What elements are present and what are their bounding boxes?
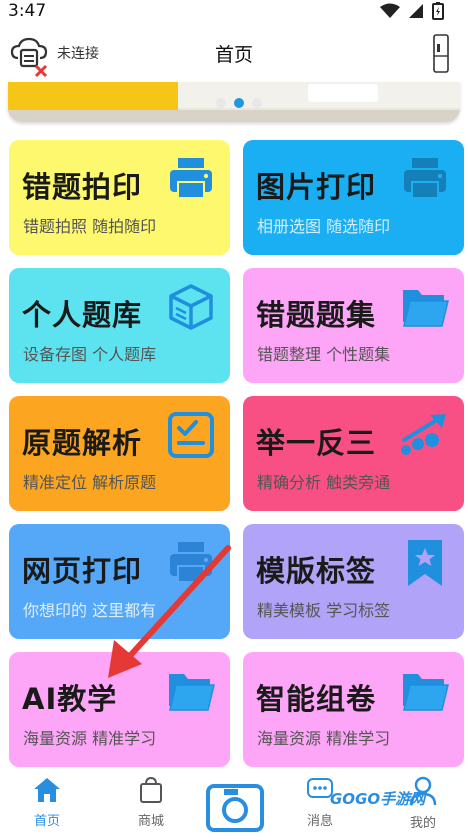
shopping-bag-icon: [140, 776, 162, 803]
card-image-print[interactable]: 图片打印 相册选图 随选随印: [243, 140, 464, 255]
checklist-icon: [168, 412, 214, 458]
card-subtitle: 设备存图 个人题库: [23, 345, 157, 364]
card-original-question-analysis[interactable]: 原题解析 精准定位 解析原题: [9, 396, 230, 511]
top-header: 未连接 首页: [0, 26, 468, 82]
card-subtitle: 错题拍照 随拍随印: [23, 217, 157, 236]
card-title: 错题题集: [256, 298, 377, 332]
promo-banner[interactable]: [8, 82, 460, 122]
growth-chart-icon: [401, 414, 446, 455]
nav-mall-label: 商城: [137, 814, 164, 829]
nav-home-label: 首页: [33, 814, 60, 829]
printer-icon: [404, 158, 446, 199]
home-screen: 3:47 未连接 首页 错题拍印 错题拍照 随拍随印 图片打印 相册选图 随选随…: [0, 0, 468, 840]
signal-icon: [409, 4, 423, 18]
card-personal-question-bank[interactable]: 个人题库 设备存图 个人题库: [9, 268, 230, 383]
card-subtitle: 你想印的 这里都有: [23, 601, 157, 620]
card-draw-inferences[interactable]: 举一反三 精确分析 触类旁通: [243, 396, 464, 511]
card-title: AI教学: [22, 682, 118, 716]
card-subtitle: 精美模板 学习标签: [257, 601, 391, 620]
card-title: 原题解析: [22, 426, 143, 460]
card-title: 网页打印: [22, 554, 143, 588]
banner-image-left: [8, 82, 178, 112]
printer-icon: [170, 158, 212, 199]
card-subtitle: 精确分析 触类旁通: [257, 473, 391, 492]
carousel-dot[interactable]: [252, 98, 262, 108]
nav-mine-label: 我的: [409, 816, 436, 831]
card-title: 个人题库: [22, 298, 143, 332]
home-icon: [34, 778, 60, 802]
card-subtitle: 海量资源 精准学习: [257, 729, 391, 748]
battery-icon: [432, 2, 444, 20]
folder-icon: [169, 674, 215, 711]
printer-icon: [170, 542, 212, 583]
card-ai-teaching[interactable]: AI教学 海量资源 精准学习: [9, 652, 230, 767]
bookmark-star-icon: [408, 540, 442, 586]
camera-icon: [222, 789, 248, 823]
card-smart-paper-builder[interactable]: 智能组卷 海量资源 精准学习: [243, 652, 464, 767]
box-icon: [169, 284, 213, 330]
card-title: 模版标签: [256, 554, 377, 588]
card-wrong-question-print[interactable]: 错题拍印 错题拍照 随拍随印: [9, 140, 230, 255]
status-time: 3:47: [8, 1, 47, 21]
carousel-dot[interactable]: [216, 98, 226, 108]
watermark-logo: GOGO手游网: [330, 790, 426, 808]
nav-messages-label: 消息: [306, 814, 333, 829]
folder-icon: [403, 674, 449, 711]
status-bar: 3:47: [0, 0, 468, 26]
carousel-dot-active[interactable]: [234, 98, 244, 108]
banner-table: [8, 110, 460, 122]
card-title: 智能组卷: [256, 682, 377, 716]
status-icons: [380, 2, 444, 20]
carousel-dots: [216, 98, 262, 108]
card-title: 举一反三: [256, 426, 377, 460]
printer-device-icon[interactable]: [432, 34, 450, 74]
camera-button[interactable]: [206, 784, 264, 832]
card-subtitle: 相册选图 随选随印: [257, 217, 391, 236]
card-subtitle: 错题整理 个性题集: [257, 345, 391, 364]
bottom-nav: 首页 商城 消息 我的 GOGO手游网: [0, 768, 468, 840]
card-template-label[interactable]: 模版标签 精美模板 学习标签: [243, 524, 464, 639]
card-web-print[interactable]: 网页打印 你想印的 这里都有: [9, 524, 230, 639]
card-wrong-question-collection[interactable]: 错题题集 错题整理 个性题集: [243, 268, 464, 383]
banner-printer-image: [308, 84, 378, 102]
wifi-icon: [380, 3, 400, 18]
card-title: 错题拍印: [22, 170, 143, 204]
card-title: 图片打印: [256, 170, 377, 204]
card-subtitle: 海量资源 精准学习: [23, 729, 157, 748]
nav-home[interactable]: 首页: [12, 776, 82, 829]
nav-mall[interactable]: 商城: [116, 776, 186, 829]
folder-icon: [403, 290, 449, 327]
page-title: 首页: [214, 44, 253, 66]
card-subtitle: 精准定位 解析原题: [23, 473, 157, 492]
